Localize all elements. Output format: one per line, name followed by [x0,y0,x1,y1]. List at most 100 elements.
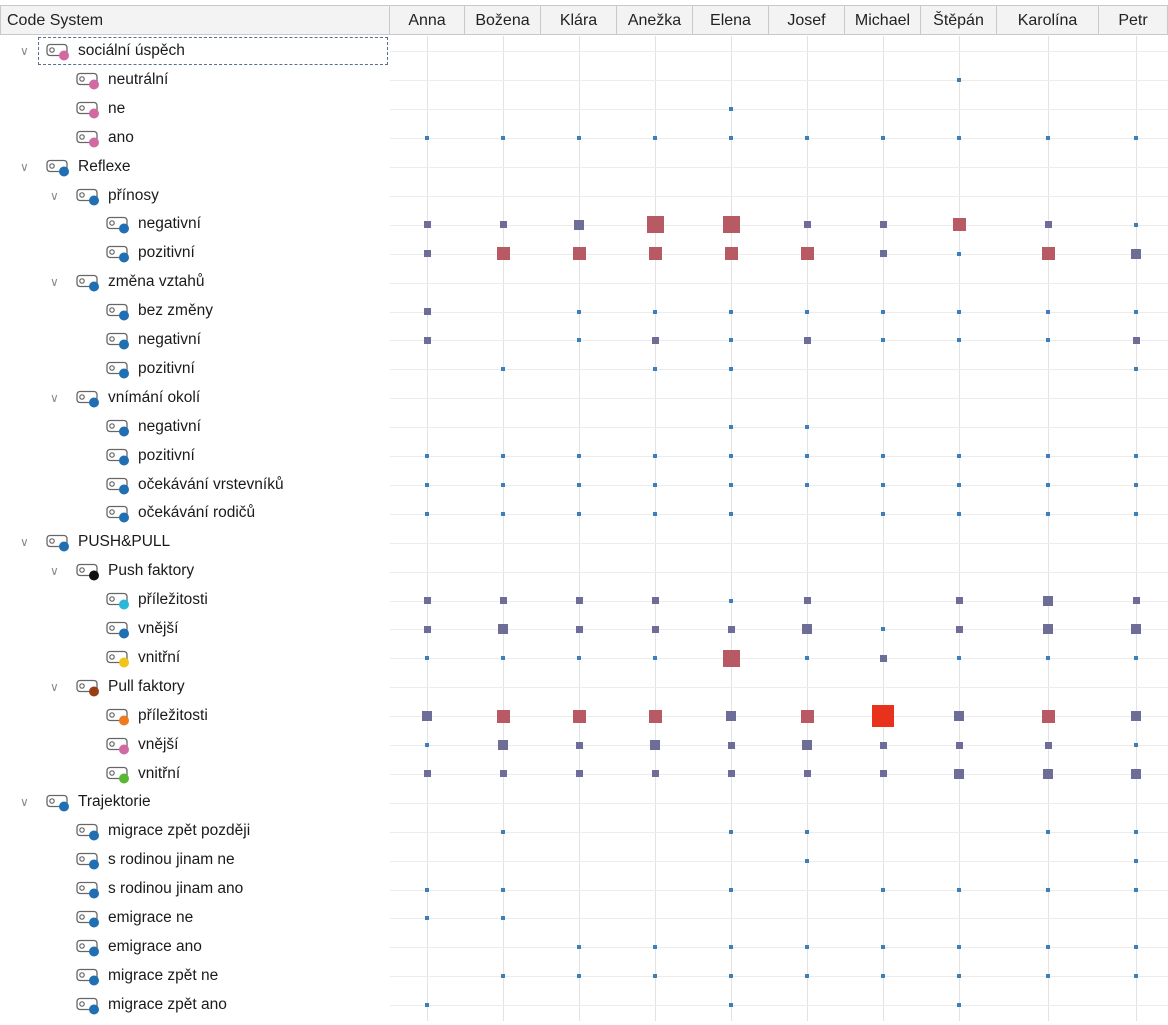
code-row[interactable]: vnější [0,615,390,643]
matrix-cell-square[interactable] [729,1003,733,1008]
code-row[interactable]: pozitivní [0,442,390,470]
matrix-cell-square[interactable] [501,454,505,459]
code-row[interactable]: negativní [0,326,390,354]
matrix-cell-square[interactable] [653,367,657,372]
matrix-cell-square[interactable] [1132,336,1140,344]
matrix-cell-square[interactable] [729,367,733,372]
matrix-cell-square[interactable] [1046,829,1050,834]
matrix-cell-square[interactable] [1046,338,1050,343]
code-row[interactable]: s rodinou jinam ne [0,846,390,874]
chevron-down-icon[interactable]: ∨ [50,557,59,585]
matrix-cell-square[interactable] [653,511,657,516]
matrix-cell-square[interactable] [646,216,664,234]
matrix-cell-square[interactable] [1046,511,1050,516]
matrix-cell-square[interactable] [653,454,657,459]
matrix-cell-square[interactable] [501,367,505,372]
code-row[interactable]: ∨ Reflexe [0,153,390,181]
matrix-cell-square[interactable] [501,974,505,979]
matrix-cell-square[interactable] [729,511,733,516]
matrix-cell-square[interactable] [425,511,429,516]
matrix-cell-square[interactable] [1134,858,1138,863]
code-row[interactable]: negativní [0,413,390,441]
matrix-cell-square[interactable] [802,624,812,635]
matrix-cell-square[interactable] [1134,454,1138,459]
matrix-cell-square[interactable] [577,482,581,487]
matrix-cell-square[interactable] [1044,221,1052,229]
matrix-cell-square[interactable] [653,309,657,314]
matrix-cell-square[interactable] [499,597,507,605]
matrix-cell-square[interactable] [577,136,581,141]
matrix-cell-square[interactable] [577,338,581,343]
matrix-cell-square[interactable] [653,136,657,141]
matrix-cell-square[interactable] [805,656,809,661]
code-row[interactable]: očekávání vrstevníků [0,471,390,499]
matrix-cell-square[interactable] [653,945,657,950]
matrix-cell-square[interactable] [805,945,809,950]
code-row[interactable]: bez změny [0,297,390,325]
matrix-cell-square[interactable] [1134,367,1138,372]
column-header-1[interactable]: Anna [390,5,465,35]
matrix-cell-square[interactable] [574,219,584,230]
code-row[interactable]: migrace zpět ano [0,991,390,1019]
matrix-cell-square[interactable] [957,945,961,950]
matrix-cell-square[interactable] [881,136,885,141]
matrix-cell-square[interactable] [1134,136,1138,141]
matrix-cell-square[interactable] [498,624,508,635]
matrix-cell-square[interactable] [722,649,740,667]
code-row[interactable]: pozitivní [0,355,390,383]
matrix-cell-square[interactable] [881,945,885,950]
matrix-cell-square[interactable] [501,136,505,141]
matrix-cell-square[interactable] [422,711,432,722]
chevron-down-icon[interactable]: ∨ [50,182,59,210]
matrix-cell-square[interactable] [729,309,733,314]
code-row[interactable]: ∨ přínosy [0,182,390,210]
matrix-cell-square[interactable] [577,656,581,661]
matrix-cell-square[interactable] [1041,247,1055,261]
code-system-header[interactable]: Code System [0,5,390,35]
matrix-cell-square[interactable] [805,136,809,141]
code-row[interactable]: ∨ sociální úspěch [0,37,390,65]
column-header-5[interactable]: Elena [693,5,769,35]
matrix-cell-square[interactable] [423,625,431,633]
matrix-cell-square[interactable] [496,247,510,261]
matrix-cell-square[interactable] [957,309,961,314]
matrix-cell-square[interactable] [957,78,961,83]
matrix-cell-square[interactable] [577,454,581,459]
matrix-cell-square[interactable] [805,454,809,459]
matrix-cell-square[interactable] [575,625,583,633]
matrix-cell-square[interactable] [879,221,887,229]
matrix-cell-square[interactable] [1046,309,1050,314]
matrix-cell-square[interactable] [729,974,733,979]
matrix-cell-square[interactable] [1043,624,1053,635]
code-row[interactable]: příležitosti [0,702,390,730]
matrix-cell-square[interactable] [577,309,581,314]
matrix-cell-square[interactable] [651,597,659,605]
matrix-cell-square[interactable] [1134,974,1138,979]
matrix-cell-square[interactable] [1046,482,1050,487]
code-row[interactable]: vnější [0,731,390,759]
column-header-10[interactable]: Petr [1099,5,1168,35]
matrix-cell-square[interactable] [1134,222,1138,227]
chevron-down-icon[interactable]: ∨ [50,384,59,412]
matrix-cell-square[interactable] [425,743,429,748]
matrix-cell-square[interactable] [1134,887,1138,892]
matrix-cell-square[interactable] [957,454,961,459]
code-row[interactable]: emigrace ano [0,933,390,961]
matrix-cell-square[interactable] [800,709,814,723]
matrix-cell-square[interactable] [722,216,740,234]
matrix-cell-square[interactable] [957,656,961,661]
matrix-cell-square[interactable] [729,454,733,459]
column-header-8[interactable]: Štěpán [921,5,997,35]
matrix-cell-square[interactable] [955,741,963,749]
matrix-cell-square[interactable] [729,829,733,834]
code-row[interactable]: ∨ Pull faktory [0,673,390,701]
matrix-cell-square[interactable] [729,482,733,487]
code-row[interactable]: emigrace ne [0,904,390,932]
matrix-cell-square[interactable] [575,770,583,778]
chevron-down-icon[interactable]: ∨ [20,37,29,65]
matrix-cell-square[interactable] [501,887,505,892]
matrix-cell-square[interactable] [805,858,809,863]
matrix-cell-square[interactable] [425,1003,429,1008]
matrix-cell-square[interactable] [423,770,431,778]
matrix-cell-square[interactable] [1134,309,1138,314]
